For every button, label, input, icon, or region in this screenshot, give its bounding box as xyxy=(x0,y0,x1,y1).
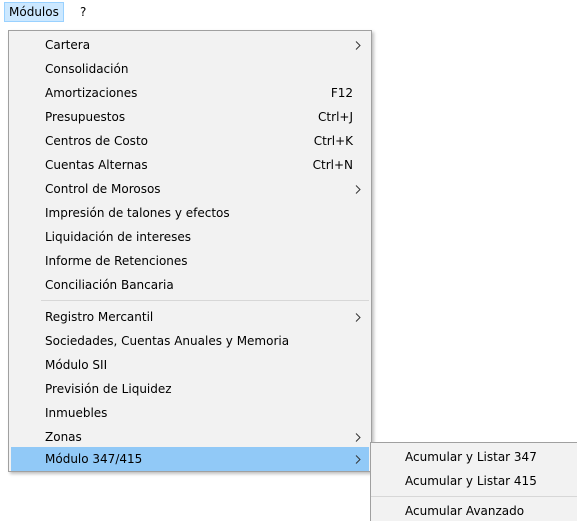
menu-item-label: Centros de Costo xyxy=(45,134,148,148)
menu-item-presupuestos[interactable]: Presupuestos Ctrl+J xyxy=(11,105,369,129)
menu-item-modulo-347-415[interactable]: Módulo 347/415 xyxy=(11,447,369,471)
menu-item-control-de-morosos[interactable]: Control de Morosos xyxy=(11,177,369,201)
menu-item-impresion-talones[interactable]: Impresión de talones y efectos xyxy=(11,201,369,225)
menu-item-label: Zonas xyxy=(45,430,82,444)
menu-item-registro-mercantil[interactable]: Registro Mercantil xyxy=(11,305,369,329)
shortcut-label: Ctrl+N xyxy=(312,158,353,172)
menu-item-label: Módulo 347/415 xyxy=(45,452,143,466)
menu-item-sociedades[interactable]: Sociedades, Cuentas Anuales y Memoria xyxy=(11,329,369,353)
menu-item-label: Liquidación de intereses xyxy=(45,230,192,244)
menu-item-inmuebles[interactable]: Inmuebles xyxy=(11,401,369,425)
menu-separator xyxy=(371,496,577,497)
menu-item-label: Consolidación xyxy=(45,62,129,76)
menu-item-zonas[interactable]: Zonas xyxy=(11,425,369,449)
menubar-item-help[interactable]: ? xyxy=(76,2,90,22)
menu-item-label: Acumular y Listar 347 xyxy=(405,450,537,464)
submenu-item-acumular-avanzado[interactable]: Acumular Avanzado xyxy=(373,500,575,522)
menu-item-label: Amortizaciones xyxy=(45,86,138,100)
chevron-right-icon xyxy=(353,177,363,201)
submenu-item-acumular-347[interactable]: Acumular y Listar 347 xyxy=(373,445,575,469)
menu-item-amortizaciones[interactable]: Amortizaciones F12 xyxy=(11,81,369,105)
menu-item-label: Conciliación Bancaria xyxy=(45,278,174,292)
chevron-right-icon xyxy=(353,447,363,471)
menu-item-informe-retenciones[interactable]: Informe de Retenciones xyxy=(11,249,369,273)
menu-item-modulo-sii[interactable]: Módulo SII xyxy=(11,353,369,377)
menu-item-label: Previsión de Liquidez xyxy=(45,382,172,396)
menubar-item-modulos[interactable]: Módulos xyxy=(4,2,64,22)
menu-item-label: Registro Mercantil xyxy=(45,310,154,324)
menu-item-label: Sociedades, Cuentas Anuales y Memoria xyxy=(45,334,290,348)
menu-item-conciliacion-bancaria[interactable]: Conciliación Bancaria xyxy=(11,273,369,297)
menu-item-liquidacion-intereses[interactable]: Liquidación de intereses xyxy=(11,225,369,249)
menu-item-label: Presupuestos xyxy=(45,110,126,124)
menu-item-label: Cartera xyxy=(45,38,91,52)
menu-separator xyxy=(41,300,369,301)
chevron-right-icon xyxy=(353,33,363,57)
menu-item-label: Informe de Retenciones xyxy=(45,254,188,268)
menu-item-label: Inmuebles xyxy=(45,406,108,420)
menu-item-prevision-liquidez[interactable]: Previsión de Liquidez xyxy=(11,377,369,401)
shortcut-label: F12 xyxy=(330,86,353,100)
modulo-347-submenu: Acumular y Listar 347 Acumular y Listar … xyxy=(370,442,577,521)
shortcut-label: Ctrl+J xyxy=(318,110,353,124)
menubar-label: ? xyxy=(80,5,87,19)
menu-item-label: Control de Morosos xyxy=(45,182,161,196)
menu-bar: Módulos ? xyxy=(0,0,577,24)
chevron-right-icon xyxy=(353,425,363,449)
menu-item-consolidacion[interactable]: Consolidación xyxy=(11,57,369,81)
modulos-dropdown-menu: Cartera Consolidación Amortizaciones F12… xyxy=(8,30,372,472)
chevron-right-icon xyxy=(353,305,363,329)
shortcut-label: Ctrl+K xyxy=(313,134,353,148)
menu-item-label: Impresión de talones y efectos xyxy=(45,206,230,220)
menu-item-label: Módulo SII xyxy=(45,358,108,372)
menu-item-cuentas-alternas[interactable]: Cuentas Alternas Ctrl+N xyxy=(11,153,369,177)
menu-item-cartera[interactable]: Cartera xyxy=(11,33,369,57)
menu-item-centros-de-costo[interactable]: Centros de Costo Ctrl+K xyxy=(11,129,369,153)
menu-item-label: Acumular y Listar 415 xyxy=(405,474,537,488)
submenu-item-acumular-415[interactable]: Acumular y Listar 415 xyxy=(373,469,575,493)
menu-item-label: Cuentas Alternas xyxy=(45,158,148,172)
menu-item-label: Acumular Avanzado xyxy=(405,504,525,518)
menubar-label: Módulos xyxy=(9,5,59,19)
